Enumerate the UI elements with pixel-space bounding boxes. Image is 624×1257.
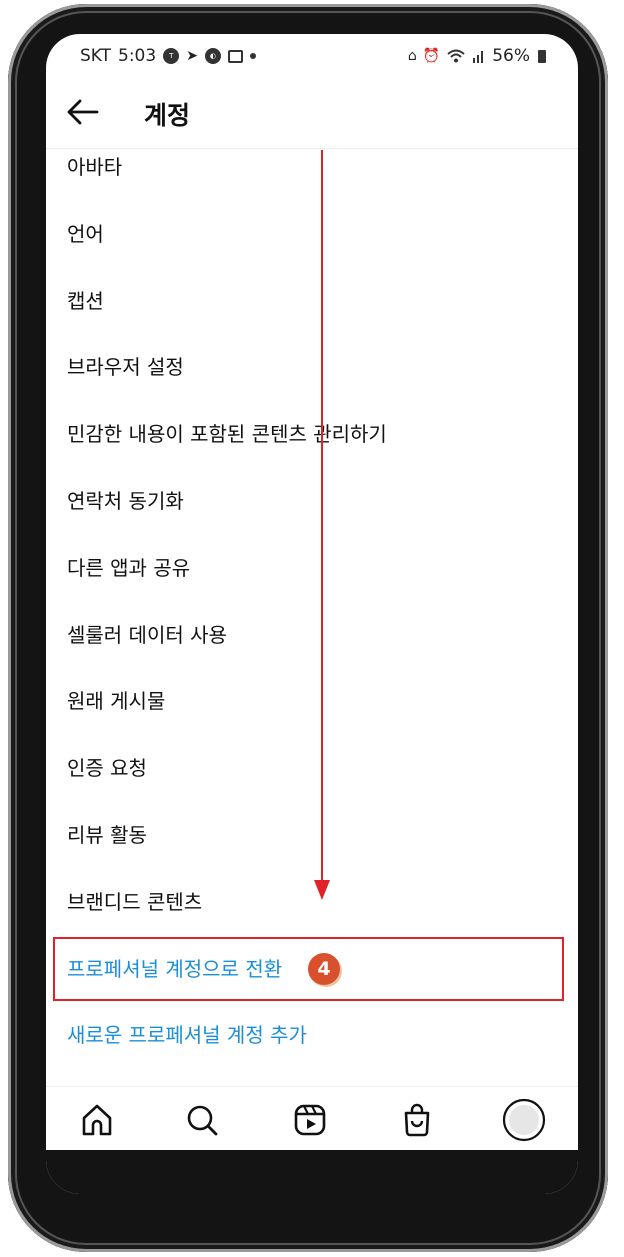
settings-list: 아바타 언어 캡션 브라우저 설정 민감한 내용이 포함된 콘텐츠 관리하기 연… xyxy=(46,134,578,1069)
status-bar: SKT 5:03 T ➤ ◐ ⌂ ⏰ 56% xyxy=(46,34,578,80)
back-arrow-icon[interactable] xyxy=(66,95,100,129)
menu-item-branded-content[interactable]: 브랜디드 콘텐츠 xyxy=(46,869,578,936)
screen: SKT 5:03 T ➤ ◐ ⌂ ⏰ 56% 계정 아바타 언어 캡션 브라우저… xyxy=(46,34,578,1194)
app-notification-icon: ◐ xyxy=(204,48,221,64)
home-icon[interactable] xyxy=(78,1101,116,1139)
add-professional-account-link[interactable]: 새로운 프로페셔널 계정 추가 xyxy=(46,1002,578,1069)
menu-item-original-posts[interactable]: 원래 게시물 xyxy=(46,668,578,735)
battery-icon xyxy=(538,49,546,63)
battery-percent: 56% xyxy=(492,46,530,66)
wifi-icon xyxy=(447,49,465,63)
menu-item-review-activity[interactable]: 리뷰 활동 xyxy=(46,802,578,869)
alarm-icon: ⏰ xyxy=(422,48,441,64)
signal-icon xyxy=(473,51,484,63)
talk-notification-icon: T xyxy=(163,48,180,64)
menu-item-language[interactable]: 언어 xyxy=(46,201,578,268)
lock-icon: ⌂ xyxy=(407,48,417,64)
menu-item-cellular-data[interactable]: 셀룰러 데이터 사용 xyxy=(46,602,578,669)
reels-icon[interactable] xyxy=(291,1101,329,1139)
menu-item-request-verification[interactable]: 인증 요청 xyxy=(46,735,578,802)
more-notifications-icon xyxy=(249,53,256,59)
gallery-notification-icon xyxy=(227,49,243,63)
clock: 5:03 xyxy=(118,46,157,66)
menu-item-avatar[interactable]: 아바타 xyxy=(46,134,578,201)
page-title: 계정 xyxy=(144,101,191,130)
menu-item-browser-settings[interactable]: 브라우저 설정 xyxy=(46,334,578,401)
bottom-nav xyxy=(46,1086,578,1153)
menu-item-sharing-to-other-apps[interactable]: 다른 앱과 공유 xyxy=(46,535,578,602)
search-icon[interactable] xyxy=(183,1101,221,1139)
profile-avatar-icon[interactable] xyxy=(502,1098,546,1142)
menu-item-captions[interactable]: 캡션 xyxy=(46,268,578,335)
phone-bottom-bezel xyxy=(46,1150,578,1194)
menu-item-contact-sync[interactable]: 연락처 동기화 xyxy=(46,468,578,535)
scroll-down-arrow-annotation xyxy=(314,150,330,900)
step-number-badge: 4 xyxy=(308,953,340,985)
shop-icon[interactable] xyxy=(398,1101,436,1139)
arrow-notification-icon: ➤ xyxy=(186,48,198,64)
menu-item-sensitive-content[interactable]: 민감한 내용이 포함된 콘텐츠 관리하기 xyxy=(46,401,578,468)
carrier-label: SKT xyxy=(80,46,112,66)
